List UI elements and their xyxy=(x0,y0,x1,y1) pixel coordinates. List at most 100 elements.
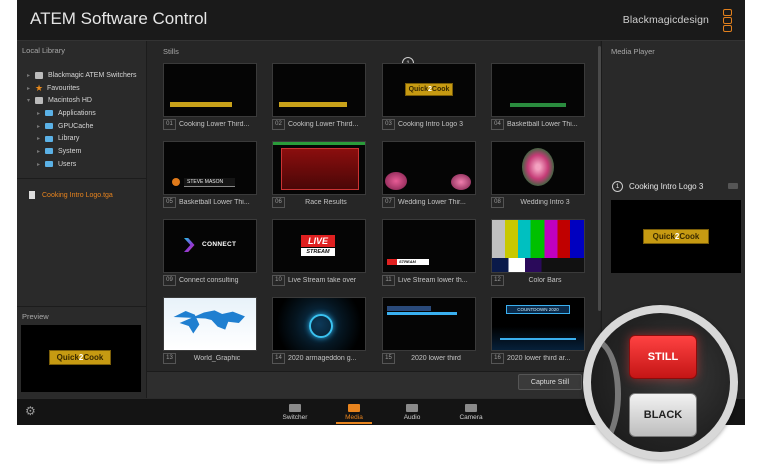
still-thumb-04[interactable] xyxy=(491,63,585,117)
connect-logo-icon xyxy=(184,238,195,252)
stills-label: Stills xyxy=(163,47,179,56)
tree-item-system[interactable]: ▸ System xyxy=(27,145,147,158)
lower-third-bar xyxy=(279,102,347,107)
still-thumb-06[interactable] xyxy=(272,141,366,195)
chevron-right-icon[interactable]: ▸ xyxy=(37,135,45,142)
preview-image: Quick2Cook xyxy=(21,325,141,392)
gear-icon[interactable]: ⚙ xyxy=(25,404,36,418)
still-caption-16: 16 2020 lower third ar... xyxy=(491,352,583,364)
still-thumb-07[interactable] xyxy=(382,141,476,195)
local-library-label: Local Library xyxy=(22,46,65,55)
chevron-right-icon[interactable]: ▸ xyxy=(37,161,45,168)
title-bar: ATEM Software Control Blackmagicdesign xyxy=(17,0,745,41)
still-thumb-03[interactable]: Quick2Cook xyxy=(382,63,476,117)
app-title: ATEM Software Control xyxy=(30,9,208,28)
chevron-right-icon[interactable]: ▸ xyxy=(37,123,45,130)
media-icon xyxy=(348,404,360,412)
quick2cook-logo: Quick2Cook xyxy=(49,350,111,365)
capture-still-button[interactable]: Capture Still xyxy=(518,374,582,390)
chevron-right-icon[interactable]: ▸ xyxy=(27,72,35,79)
brand-name: Blackmagicdesign xyxy=(622,14,709,26)
still-thumb-10[interactable]: LIVE STREAM xyxy=(272,219,366,273)
folder-icon xyxy=(45,123,53,130)
tree-item-atem-switchers[interactable]: ▸ Blackmagic ATEM Switchers xyxy=(27,69,147,82)
tree-item-users[interactable]: ▸ Users xyxy=(27,158,147,171)
chevron-down-icon[interactable]: ▾ xyxy=(27,97,35,104)
file-item-cooking-intro-logo[interactable]: Cooking Intro Logo.tga xyxy=(29,191,113,199)
chevron-right-icon[interactable]: ▸ xyxy=(27,85,35,92)
file-icon xyxy=(29,191,35,199)
still-thumb-11[interactable]: STREAM xyxy=(382,219,476,273)
stream-label: STREAM xyxy=(301,248,335,256)
quick2cook-logo: Quick2Cook xyxy=(643,229,709,244)
player-name-bar: STEVE MASON xyxy=(184,178,235,187)
still-thumb-16[interactable]: COUNTDOWN 2020 xyxy=(491,297,585,351)
still-caption-02: 02 Cooking Lower Third... xyxy=(272,118,364,130)
black-button[interactable]: BLACK xyxy=(629,393,697,437)
lower-third-bar xyxy=(170,102,232,107)
nav-camera[interactable]: Camera xyxy=(447,401,495,424)
live-mini-label xyxy=(387,259,397,265)
tree-item-library[interactable]: ▸ Library xyxy=(27,132,147,145)
still-caption-14: 14 2020 armageddon g... xyxy=(272,352,364,364)
nav-media[interactable]: Media xyxy=(330,401,378,424)
still-thumb-15[interactable] xyxy=(382,297,476,351)
still-thumb-14[interactable] xyxy=(272,297,366,351)
lower-third-line xyxy=(387,312,457,315)
nav-switcher[interactable]: Switcher xyxy=(271,401,319,424)
media-player-title: 1 Cooking Intro Logo 3 xyxy=(612,181,703,192)
hard-drive-icon xyxy=(35,97,43,105)
tree-item-macintosh-hd[interactable]: ▾ Macintosh HD xyxy=(27,94,147,107)
switcher-icon xyxy=(289,404,301,412)
still-thumb-09[interactable]: CONNECT xyxy=(163,219,257,273)
media-player-number-badge: 1 xyxy=(612,181,623,192)
stills-panel: Stills 01 Cooking Lower Third... 02 Cookin… xyxy=(147,41,600,399)
still-caption-12: 12 Color Bars xyxy=(491,274,583,286)
basketball-icon xyxy=(172,178,180,186)
still-thumb-01[interactable] xyxy=(163,63,257,117)
flower-decoration xyxy=(385,172,407,190)
countdown-banner: COUNTDOWN 2020 xyxy=(506,305,570,314)
folder-icon xyxy=(45,148,53,155)
still-caption-09: 09 Connect consulting xyxy=(163,274,255,286)
still-thumb-08[interactable] xyxy=(491,141,585,195)
camera-icon xyxy=(465,404,477,412)
still-thumb-05[interactable]: STEVE MASON xyxy=(163,141,257,195)
still-caption-06: 06 Race Results xyxy=(272,196,364,208)
tree-item-favourites[interactable]: ▸ ★ Favourites xyxy=(27,82,147,95)
color-bars-pluge xyxy=(492,258,584,272)
chevron-right-icon[interactable]: ▸ xyxy=(37,148,45,155)
panel-ring xyxy=(591,338,621,450)
folder-icon xyxy=(45,110,53,117)
world-map-shape xyxy=(173,310,245,334)
folder-icon xyxy=(45,135,53,142)
audio-icon xyxy=(406,404,418,412)
still-caption-01: 01 Cooking Lower Third... xyxy=(163,118,255,130)
tree-item-gpucache[interactable]: ▸ GPUCache xyxy=(27,120,147,133)
connect-text: CONNECT xyxy=(202,241,237,248)
still-button[interactable]: STILL xyxy=(629,335,697,379)
nav-audio[interactable]: Audio xyxy=(388,401,436,424)
chevron-right-icon[interactable]: ▸ xyxy=(37,110,45,117)
tree-item-applications[interactable]: ▸ Applications xyxy=(27,107,147,120)
media-player-label: Media Player xyxy=(611,47,655,56)
flower-decoration xyxy=(451,174,471,190)
media-player-options-icon[interactable] xyxy=(728,183,738,189)
stream-lower-third: STREAM xyxy=(397,259,429,265)
floral-wreath xyxy=(522,148,554,186)
divider xyxy=(17,178,146,179)
still-thumb-12[interactable] xyxy=(491,219,585,273)
media-player-preview: Quick2Cook xyxy=(611,200,741,273)
still-thumb-02[interactable] xyxy=(272,63,366,117)
still-caption-10: 10 Live Stream take over xyxy=(272,274,364,286)
still-caption-07: 07 Wedding Lower Thir... xyxy=(382,196,474,208)
still-thumb-13[interactable] xyxy=(163,297,257,351)
quick2cook-logo: Quick2Cook xyxy=(405,83,453,96)
still-caption-08: 08 Wedding Intro 3 xyxy=(491,196,583,208)
hardware-panel-closeup: STILL BLACK xyxy=(591,313,730,452)
folder-icon xyxy=(45,161,53,168)
race-results-table xyxy=(281,148,359,190)
still-caption-11: 11 Live Stream lower th... xyxy=(382,274,474,286)
star-icon: ★ xyxy=(35,82,44,93)
divider xyxy=(17,306,146,307)
